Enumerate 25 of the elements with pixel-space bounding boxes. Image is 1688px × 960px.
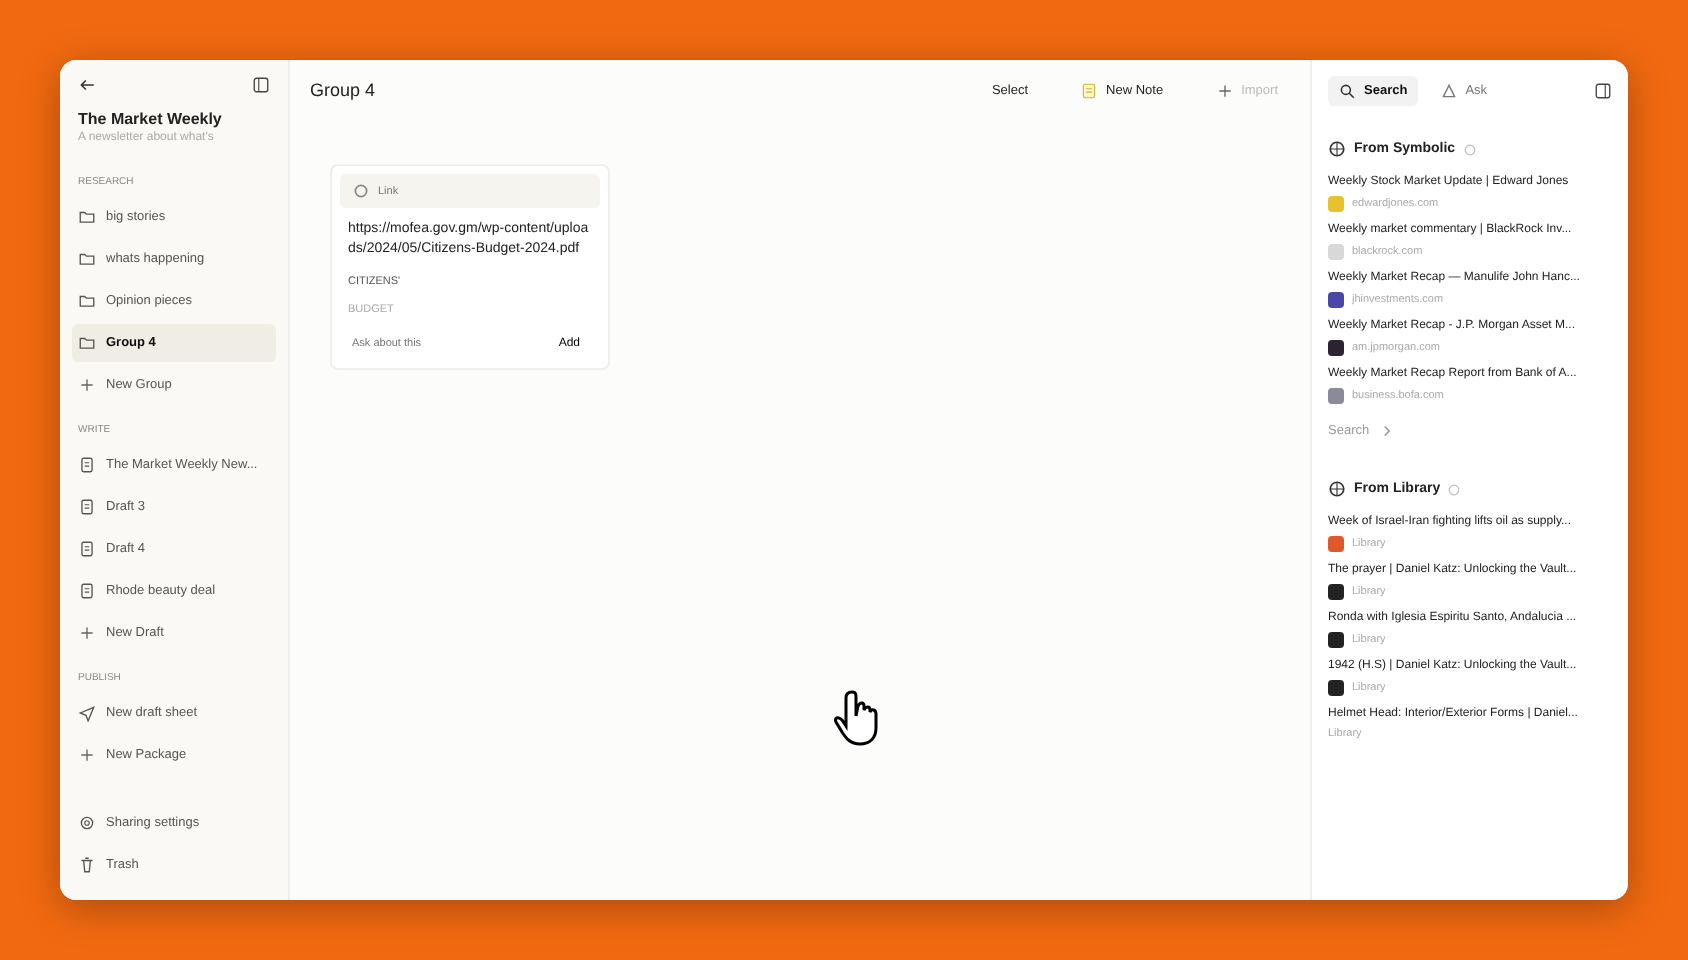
note-icon: [1080, 81, 1099, 99]
document-icon: [78, 582, 96, 600]
info-icon: [1463, 143, 1476, 155]
document-icon: [78, 456, 96, 474]
info-icon: [1448, 483, 1461, 495]
plus-icon: [78, 624, 96, 642]
newsletter-title: The Market Weekly: [76, 110, 224, 128]
trash-icon: [78, 856, 96, 874]
sidebar-toggle-icon[interactable]: [252, 76, 270, 94]
gear-icon: [78, 814, 96, 832]
page-title: Group 4: [310, 80, 378, 100]
back-arrow-icon[interactable]: [78, 76, 96, 94]
plus-icon: [78, 376, 96, 394]
folder-icon: [78, 250, 96, 268]
paper-plane-icon: [78, 704, 96, 722]
plus-icon: [1215, 81, 1234, 99]
plus-icon: [78, 746, 96, 764]
folder-icon: [78, 208, 96, 226]
search-icon: [1338, 81, 1356, 99]
folder-icon: [78, 292, 96, 310]
folder-icon: [78, 334, 96, 352]
panel-toggle-icon[interactable]: [1594, 81, 1612, 99]
document-icon: [78, 498, 96, 516]
document-icon: [78, 540, 96, 558]
triangle-icon: [1439, 81, 1458, 99]
